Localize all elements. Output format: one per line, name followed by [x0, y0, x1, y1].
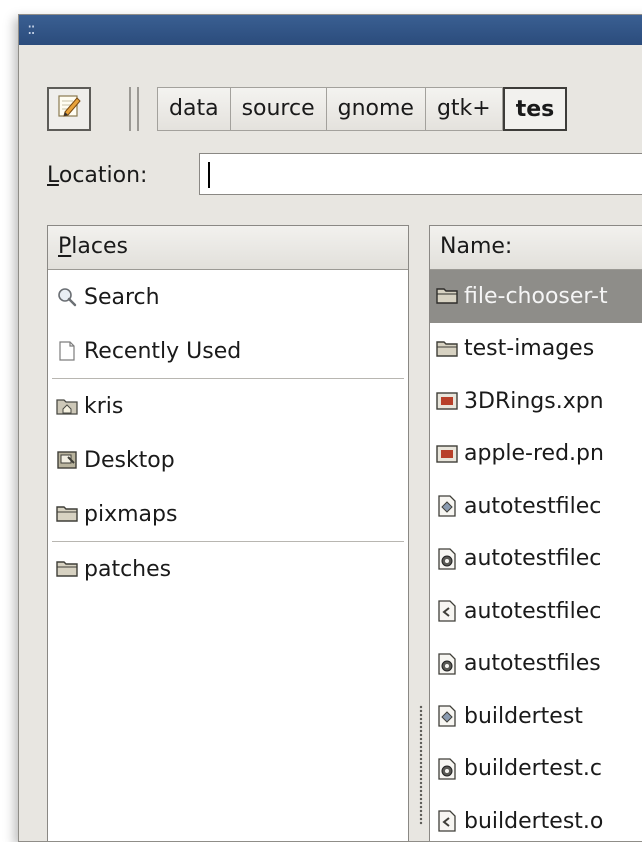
folder-icon [56, 558, 78, 580]
gear-file-icon [436, 548, 458, 570]
name-column-header[interactable]: Name: [430, 226, 642, 270]
executable-icon [436, 705, 458, 727]
places-item-label: Search [84, 284, 160, 310]
folder-icon [436, 338, 458, 360]
text-caret [208, 162, 210, 188]
crumb-data[interactable]: data [157, 87, 231, 131]
file-row[interactable]: file-chooser-t [430, 270, 642, 323]
file-name: 3DRings.xpn [464, 388, 604, 414]
file-name: autotestfilec [464, 493, 602, 519]
file-row[interactable]: 3DRings.xpn [430, 375, 642, 428]
magnifier-icon [56, 286, 78, 308]
file-row[interactable]: buildertest.o [430, 795, 642, 841]
edit-location-button[interactable] [47, 87, 91, 131]
places-pane: Places Search Recently Used kris Desktop [47, 225, 409, 841]
source-file-icon [436, 810, 458, 832]
desktop-icon [56, 449, 78, 471]
file-list-pane: Name: file-chooser-t test-images 3DRings… [429, 225, 642, 841]
file-row[interactable]: test-images [430, 323, 642, 376]
location-label: Location: [47, 163, 148, 188]
image-icon [436, 390, 458, 412]
places-item-label: kris [84, 393, 124, 419]
location-input[interactable] [199, 153, 642, 195]
places-item-search[interactable]: Search [48, 270, 408, 324]
executable-icon [436, 495, 458, 517]
folder-icon [436, 285, 458, 307]
file-name: test-images [464, 336, 595, 362]
places-header[interactable]: Places [48, 226, 408, 270]
crumb-gtk[interactable]: gtk+ [425, 87, 503, 131]
file-row[interactable]: autotestfilec [430, 533, 642, 586]
image-icon [436, 443, 458, 465]
pane-resize-handle[interactable] [419, 705, 423, 825]
places-item-pixmaps[interactable]: pixmaps [48, 487, 408, 541]
places-item-recently-used[interactable]: Recently Used [48, 324, 408, 378]
crumb-current[interactable]: tes [502, 87, 568, 131]
file-row[interactable]: apple-red.pn [430, 428, 642, 481]
file-row[interactable]: buildertest.c [430, 743, 642, 796]
file-row[interactable]: buildertest [430, 690, 642, 743]
gear-file-icon [436, 653, 458, 675]
window-grip[interactable]: :: [27, 21, 36, 37]
crumb-source[interactable]: source [230, 87, 327, 131]
file-name: apple-red.pn [464, 441, 604, 467]
places-item-label: patches [84, 556, 172, 582]
document-icon [56, 340, 78, 362]
places-item-label: Desktop [84, 447, 175, 473]
file-name: autotestfiles [464, 651, 601, 677]
pencil-icon [56, 93, 82, 125]
file-name: buildertest.o [464, 808, 604, 834]
file-row[interactable]: autotestfilec [430, 585, 642, 638]
file-row[interactable]: autotestfilec [430, 480, 642, 533]
places-item-label: pixmaps [84, 501, 178, 527]
file-name: file-chooser-t [464, 283, 608, 309]
title-bar[interactable]: :: [19, 15, 642, 45]
file-name: buildertest [464, 703, 583, 729]
gear-file-icon [436, 758, 458, 780]
file-chooser-window: :: data source gnome gtk+ tes Location: … [18, 14, 642, 842]
file-name: buildertest.c [464, 756, 603, 782]
crumb-gnome[interactable]: gnome [326, 87, 426, 131]
places-item-kris[interactable]: kris [48, 379, 408, 433]
folder-icon [56, 503, 78, 525]
places-item-label: Recently Used [84, 338, 242, 364]
path-scroll-left[interactable] [129, 87, 139, 131]
file-name: autotestfilec [464, 598, 602, 624]
home-folder-icon [56, 395, 78, 417]
source-file-icon [436, 600, 458, 622]
file-name: autotestfilec [464, 546, 602, 572]
places-item-patches[interactable]: patches [48, 542, 408, 596]
file-row[interactable]: autotestfiles [430, 638, 642, 691]
path-bar: data source gnome gtk+ tes [157, 87, 568, 131]
places-item-desktop[interactable]: Desktop [48, 433, 408, 487]
